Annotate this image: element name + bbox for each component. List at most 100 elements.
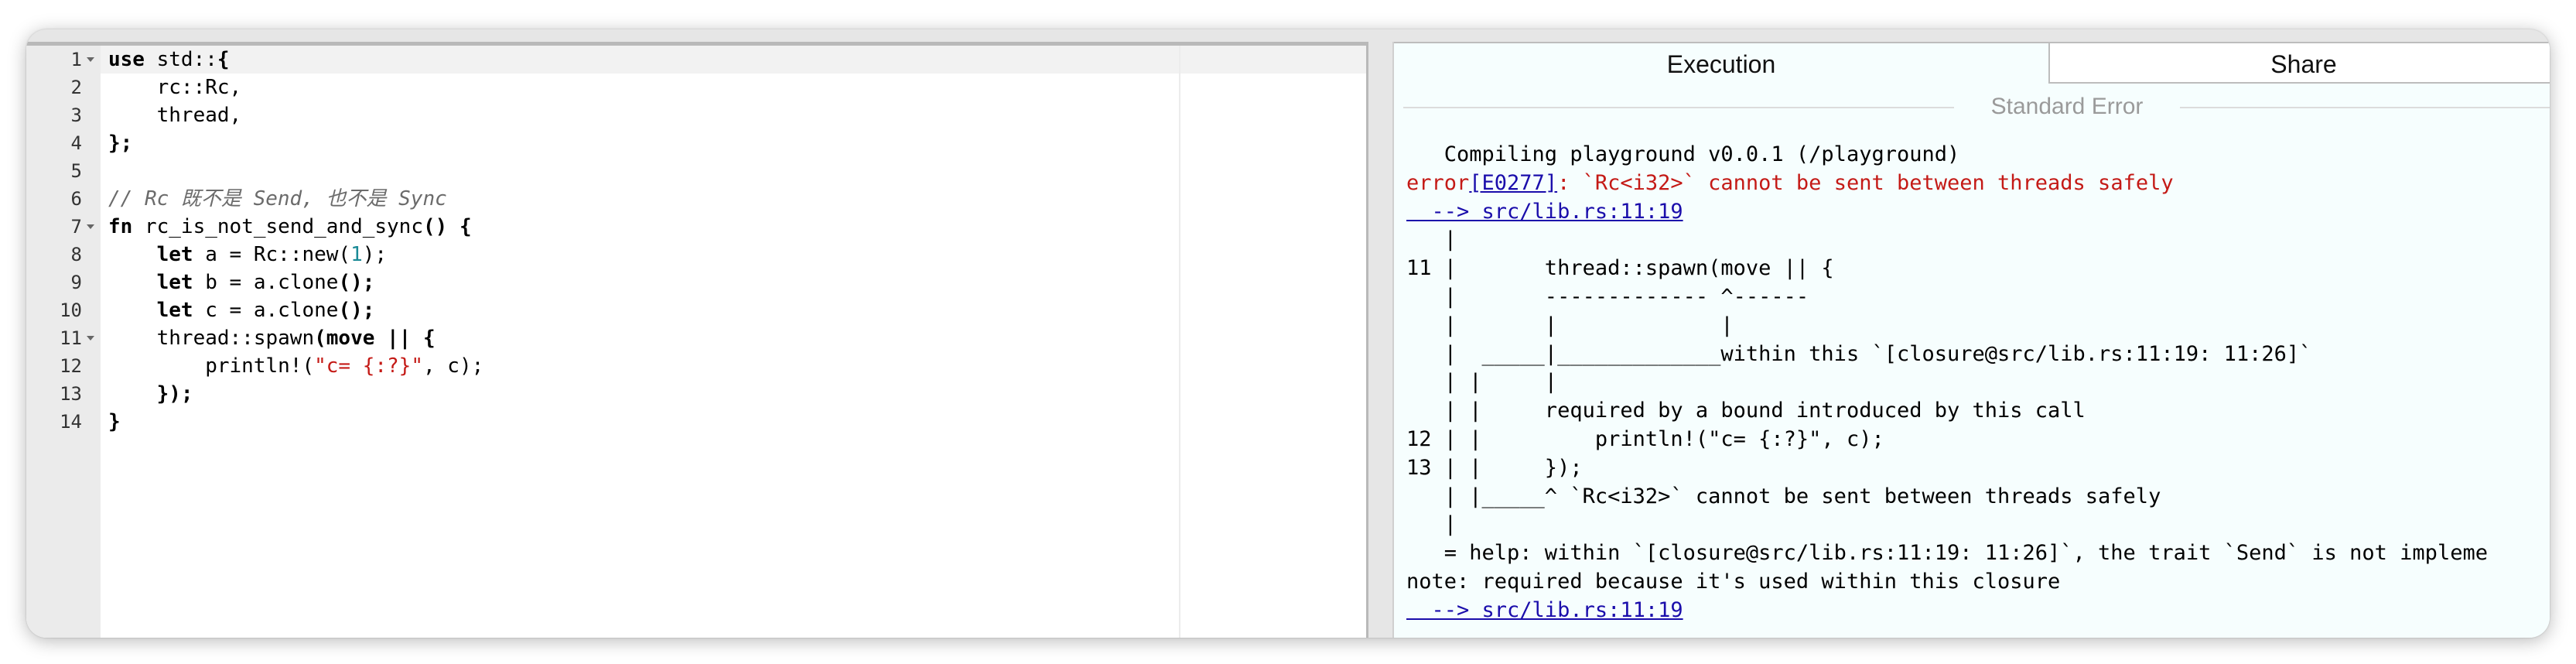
code-line[interactable]: 4};	[26, 129, 1366, 157]
code-text: };	[108, 129, 132, 157]
code-text: let b = a.clone();	[108, 269, 375, 296]
code-token: ();	[338, 299, 375, 322]
code-text: let c = a.clone();	[108, 296, 375, 324]
output-link[interactable]: [E0277]	[1469, 171, 1557, 195]
output-line: | _____|_____________within this `[closu…	[1406, 341, 2550, 369]
output-line: error[E0277]: `Rc<i32>` cannot be sent b…	[1406, 169, 2550, 198]
code-line[interactable]: 6 // Rc 既不是 Send, 也不是 Sync	[26, 185, 1366, 213]
header-rule-right	[2180, 107, 2550, 108]
code-line[interactable]: 8 let a = Rc::new(1);	[26, 241, 1366, 269]
code-text: // Rc 既不是 Send, 也不是 Sync	[108, 185, 447, 213]
line-number: 10	[60, 299, 82, 321]
output-line: | | |	[1406, 368, 2550, 397]
code-line[interactable]: 14}	[26, 408, 1366, 436]
output-line: Compiling playground v0.0.1 (/playground…	[1406, 141, 2550, 169]
code-text: }	[108, 408, 121, 436]
tab-execution[interactable]: Execution	[1394, 42, 2050, 84]
output-line: --> src/lib.rs:11:19	[1406, 597, 2550, 625]
output-text: 11 | thread::spawn(move || {	[1406, 256, 1834, 281]
code-token: rc::Rc,	[108, 76, 242, 99]
code-text: });	[108, 380, 193, 408]
output-line: |	[1406, 511, 2550, 539]
code-line[interactable]: 1 use std::{	[26, 46, 1366, 74]
output-line: 11 | thread::spawn(move || {	[1406, 255, 2550, 283]
output-text: | ------------- ^------	[1406, 284, 1809, 309]
code-token: use	[108, 48, 145, 71]
line-number: 4	[70, 132, 82, 154]
code-token: );	[362, 243, 388, 266]
output-text: | | |	[1406, 313, 1734, 337]
code-token: std::	[144, 48, 217, 71]
output-line: | | |	[1406, 312, 2550, 341]
line-number: 1	[70, 49, 82, 70]
output-line: = help: within `[closure@src/lib.rs:11:1…	[1406, 539, 2550, 568]
code-line[interactable]: 13 });	[26, 380, 1366, 408]
output-line: 12 | | println!("c= {:?}", c);	[1406, 426, 2550, 454]
code-token: thread,	[108, 104, 242, 127]
fold-arrow-icon[interactable]	[87, 57, 94, 62]
code-token: (move || {	[314, 327, 436, 350]
code-token: c = a.clone	[193, 299, 339, 322]
code-token: ();	[338, 271, 375, 294]
output-tabs: Execution Share	[1394, 42, 2550, 85]
code-line[interactable]: 12 println!("c= {:?}", c);	[26, 352, 1366, 380]
code-text: thread::spawn(move || {	[108, 324, 436, 352]
code-editor[interactable]: 1 use std::{2 rc::Rc, 3 thread, 4}; 5 6 // Rc …	[26, 42, 1368, 638]
code-line[interactable]: 3 thread,	[26, 101, 1366, 129]
code-token: a = Rc::new(	[193, 243, 351, 266]
code-token: println!(	[108, 354, 315, 378]
output-link[interactable]: --> src/lib.rs:11:19	[1406, 598, 1683, 622]
output-text: = help: within `[closure@src/lib.rs:11:1…	[1406, 541, 2488, 566]
output-text: | | |	[1406, 370, 1558, 395]
code-token: let	[156, 243, 193, 266]
code-line[interactable]: 11 thread::spawn(move || {	[26, 324, 1366, 352]
code-token: rc_is_not_send_and_sync	[132, 215, 423, 238]
code-lines[interactable]: 1 use std::{2 rc::Rc, 3 thread, 4}; 5 6 // Rc …	[26, 46, 1366, 436]
code-token: }	[108, 410, 121, 433]
code-line[interactable]: 2 rc::Rc,	[26, 74, 1366, 101]
code-token: let	[156, 271, 193, 294]
code-token: thread::spawn	[108, 327, 315, 350]
code-line[interactable]: 10 let c = a.clone();	[26, 296, 1366, 324]
line-number: 5	[70, 160, 82, 182]
code-text: let a = Rc::new(1);	[108, 241, 387, 269]
output-text: Compiling playground v0.0.1 (/playground…	[1406, 142, 1960, 166]
compiler-output: Compiling playground v0.0.1 (/playground…	[1406, 141, 2550, 625]
output-line: | |_____^ `Rc<i32>` cannot be sent betwe…	[1406, 483, 2550, 512]
code-line[interactable]: 5	[26, 157, 1366, 185]
code-line[interactable]: 7 fn rc_is_not_send_and_sync() {	[26, 213, 1366, 241]
output-line: |	[1406, 226, 2550, 255]
code-line[interactable]: 9 let b = a.clone();	[26, 269, 1366, 296]
line-number: 13	[60, 383, 82, 405]
output-text: : `Rc<i32>` cannot be sent between threa…	[1557, 170, 2174, 195]
output-line: note: required because it's used within …	[1406, 568, 2550, 597]
fold-arrow-icon[interactable]	[87, 336, 94, 341]
code-text: fn rc_is_not_send_and_sync() {	[108, 213, 472, 241]
code-text: rc::Rc,	[108, 74, 242, 101]
playground-window: 1 use std::{2 rc::Rc, 3 thread, 4}; 5 6 // Rc …	[26, 29, 2550, 638]
output-text: | | required by a bound introduced by th…	[1406, 399, 2086, 423]
code-text: println!("c= {:?}", c);	[108, 352, 483, 380]
output-text: |	[1406, 228, 1457, 252]
output-panel: Execution Share Standard Error Compiling…	[1392, 42, 2550, 638]
output-text: |	[1406, 512, 1457, 537]
line-number: 8	[70, 244, 82, 265]
output-text: error	[1406, 170, 1470, 195]
code-token: fn	[108, 215, 133, 238]
output-link[interactable]: --> src/lib.rs:11:19	[1406, 200, 1683, 224]
code-token: "c= {:?}"	[314, 354, 423, 378]
output-text: 13 | | });	[1406, 455, 1583, 480]
output-line: | | required by a bound introduced by th…	[1406, 397, 2550, 426]
line-number: 6	[70, 188, 82, 210]
fold-arrow-icon[interactable]	[87, 224, 94, 229]
code-token: b = a.clone	[193, 271, 339, 294]
code-token: };	[108, 132, 133, 155]
line-number: 12	[60, 355, 82, 377]
line-number: 7	[70, 216, 82, 238]
tab-share[interactable]: Share	[2048, 42, 2550, 84]
line-number: 2	[70, 77, 82, 98]
code-text: use std::{	[108, 46, 230, 74]
line-number: 14	[60, 411, 82, 433]
